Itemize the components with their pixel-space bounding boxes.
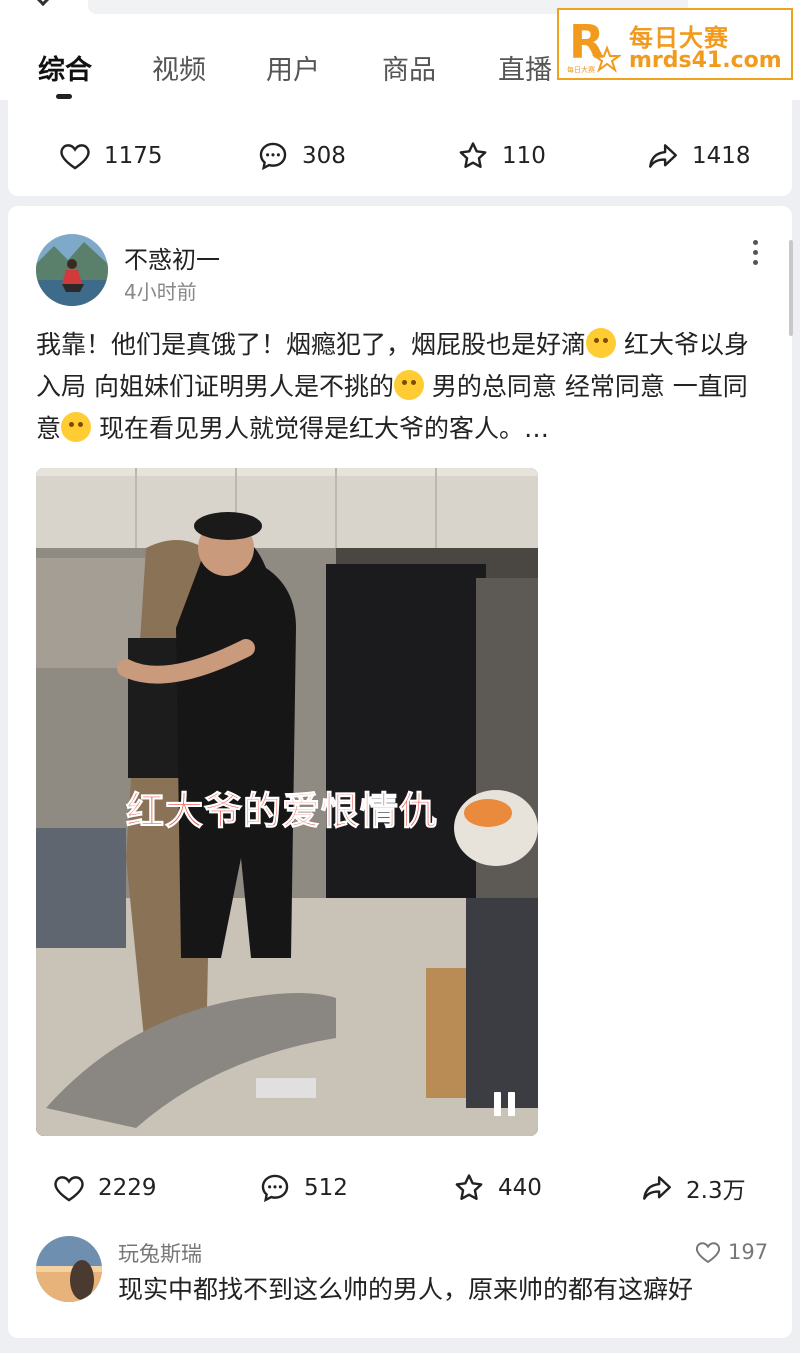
video-caption: 红大爷的爱恨情仇	[125, 789, 439, 834]
favorite-count: 110	[502, 143, 546, 169]
previous-post-stats: 1175 308 110 1418	[8, 136, 792, 176]
post-text-part: 我靠！他们是真饿了！烟瘾犯了，烟屁股也是好滴	[36, 330, 587, 359]
star-icon	[459, 142, 487, 168]
comment-like-button[interactable]: 197	[694, 1238, 768, 1266]
tab-users[interactable]: 用户	[266, 48, 320, 87]
watermark-logo: R 每日大赛	[567, 15, 621, 74]
comment-icon	[261, 1174, 289, 1203]
share-button[interactable]: 2.3万	[640, 1168, 746, 1208]
watermark: R 每日大赛 每日大赛 mrds41.com	[557, 8, 793, 80]
tab-video[interactable]: 视频	[152, 48, 206, 87]
comment-button[interactable]: 308	[256, 136, 346, 176]
author-avatar-image	[36, 234, 108, 306]
previous-post-card: 1175 308 110 1418	[8, 100, 792, 196]
scrollbar[interactable]	[789, 240, 793, 336]
laughing-emoji-icon	[586, 328, 617, 358]
svg-text:R: R	[569, 15, 604, 69]
commenter-avatar[interactable]	[36, 1236, 102, 1302]
like-button[interactable]: 1175	[58, 136, 163, 176]
commenter-avatar-image	[36, 1236, 102, 1302]
star-icon	[455, 1174, 483, 1200]
author-avatar[interactable]	[36, 234, 108, 306]
comment-count: 308	[302, 143, 346, 169]
watermark-logo-subtext: 每日大赛	[567, 65, 595, 74]
active-tab-indicator	[56, 94, 72, 99]
tab-live[interactable]: 直播	[498, 48, 552, 87]
like-button[interactable]: 2229	[52, 1168, 157, 1208]
pleading-emoji-icon	[393, 370, 424, 400]
author-name[interactable]: 不惑初一	[124, 240, 220, 275]
tab-all[interactable]: 综合	[38, 48, 92, 87]
watermark-url: mrds41.com	[629, 48, 782, 73]
post-text[interactable]: 我靠！他们是真饿了！烟瘾犯了，烟屁股也是好滴 红大爷以身入局 向姐妹们证明男人是…	[36, 324, 764, 450]
share-icon	[643, 1176, 671, 1200]
tab-products[interactable]: 商品	[382, 48, 436, 87]
video-player[interactable]: 红大爷的爱恨情仇	[36, 468, 538, 1136]
share-button[interactable]: 1418	[646, 136, 751, 176]
post-time: 4小时前	[124, 280, 197, 304]
share-icon	[649, 144, 677, 168]
commenter-name[interactable]: 玩兔斯瑞	[118, 1238, 202, 1268]
share-count: 1418	[692, 143, 751, 169]
favorite-button[interactable]: 110	[456, 136, 546, 176]
comment-count: 512	[304, 1175, 348, 1201]
heart-icon	[54, 1176, 84, 1202]
share-count: 2.3万	[686, 1178, 746, 1204]
more-icon[interactable]	[750, 240, 760, 270]
like-count: 2229	[98, 1175, 157, 1201]
comment-button[interactable]: 512	[258, 1168, 348, 1208]
back-icon[interactable]	[35, 0, 51, 7]
comment-text[interactable]: 现实中都找不到这么帅的男人，原来帅的都有这癖好	[118, 1270, 693, 1306]
favorite-count: 440	[498, 1175, 542, 1201]
post-stats: 2229 512 440 2.3万	[8, 1168, 792, 1208]
heart-icon	[695, 1242, 721, 1264]
comment-icon	[259, 142, 287, 171]
pause-icon[interactable]	[494, 1092, 516, 1116]
like-count: 1175	[104, 143, 163, 169]
favorite-button[interactable]: 440	[452, 1168, 542, 1208]
heart-icon	[60, 144, 90, 170]
post-card: 不惑初一 4小时前 我靠！他们是真饿了！烟瘾犯了，烟屁股也是好滴 红大爷以身入局…	[8, 206, 792, 1338]
post-text-part: 现在看见男人就觉得是红大爷的客人。…	[91, 414, 549, 443]
rofl-emoji-icon	[61, 412, 92, 442]
comment-like-count: 197	[728, 1240, 769, 1264]
